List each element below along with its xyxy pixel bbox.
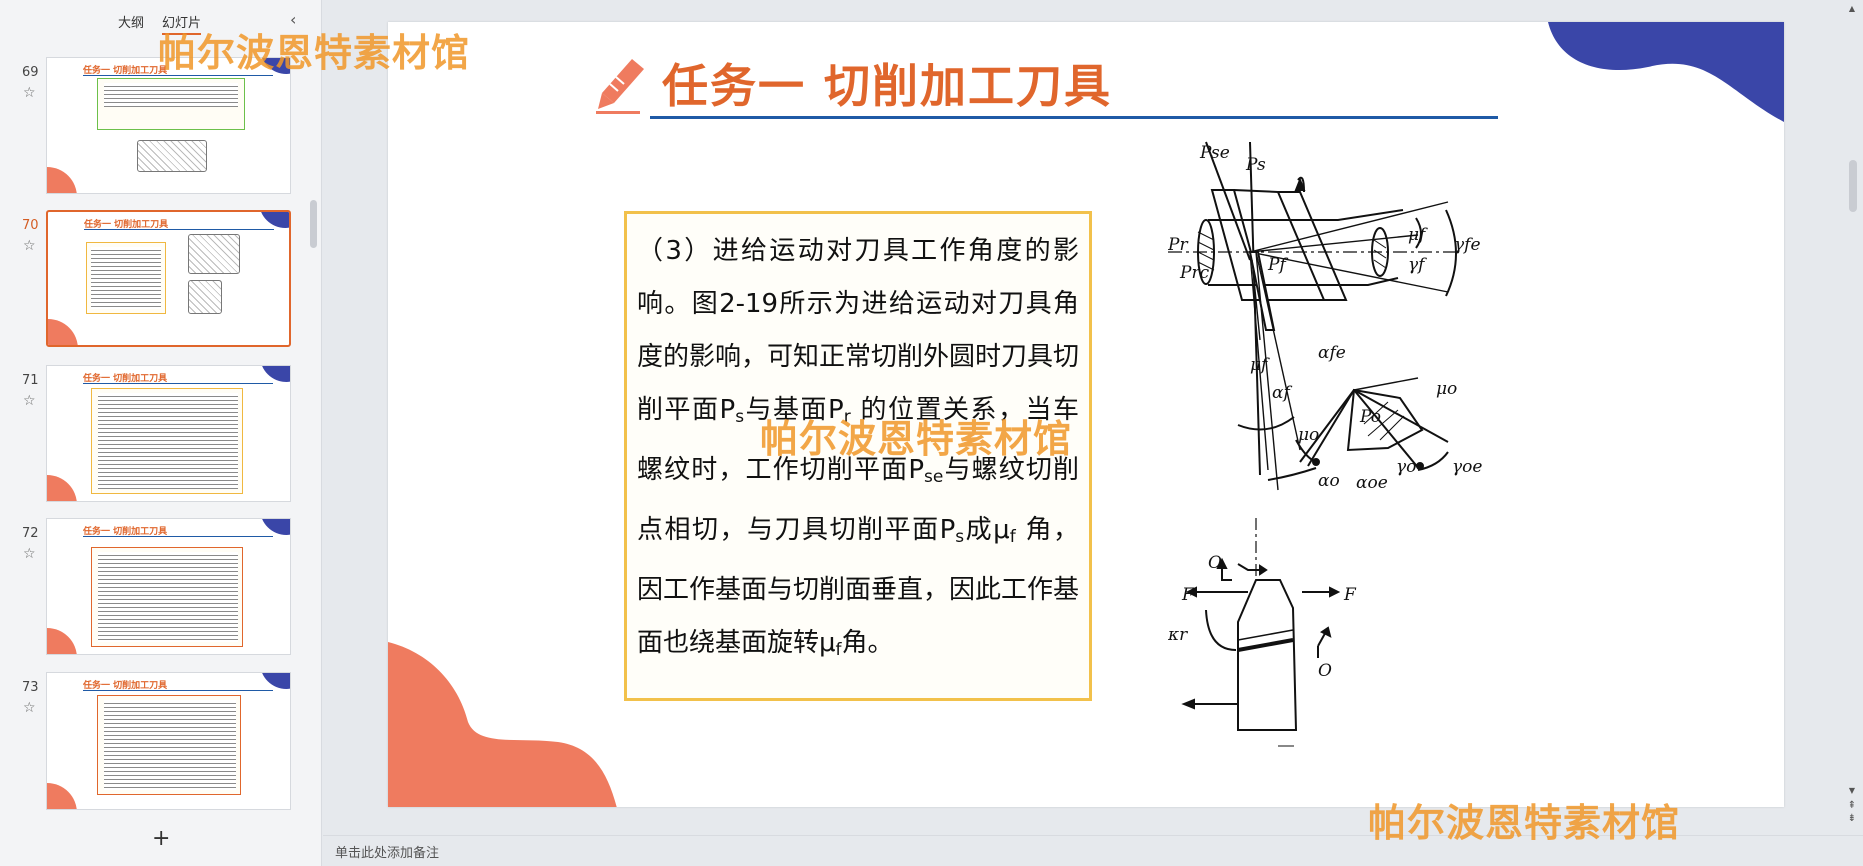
panel-scrollbar[interactable] <box>310 200 317 248</box>
thumbnail-figure <box>137 140 207 172</box>
thumbnail-figure <box>188 234 240 274</box>
star-icon[interactable]: ☆ <box>23 393 36 409</box>
thumbnail-row-69[interactable]: 69 ☆ 任务一 切削加工刀具 <box>0 57 300 197</box>
label-mu-o: μo <box>1436 379 1457 399</box>
next-slide-icon[interactable]: ⇟ <box>1848 813 1856 824</box>
label-f2: F <box>1343 585 1357 605</box>
thumbnail-underline <box>83 690 273 691</box>
thumbnail-row-73[interactable]: 73 ☆ 任务一 切削加工刀具 <box>0 672 300 812</box>
subscript: s <box>735 407 745 427</box>
label-f1: F <box>1181 585 1195 605</box>
label-alpha-f: αf <box>1272 383 1292 403</box>
slide-editor: 任务一 切削加工刀具 （3）进给运动对刀具工作角度的影响。图2-19所示为进给运… <box>323 0 1863 866</box>
thumbnail-text-box <box>91 547 243 647</box>
title-underline <box>650 116 1498 119</box>
slide-number: 69 <box>22 65 39 80</box>
pencil-icon <box>596 59 644 114</box>
subscript: se <box>924 467 944 487</box>
thumbnail-text-lines <box>98 393 238 489</box>
thumbnail-text-box <box>97 695 241 795</box>
thumbnail-text-box <box>91 388 243 494</box>
tool-angle-diagram[interactable]: Pse Ps Pr Prc Pf μf γf γfe αfe αf μf Po … <box>1168 140 1568 760</box>
watermark: 帕尔波恩特素材馆 <box>760 416 1073 461</box>
slide-thumbnail[interactable]: 任务一 切削加工刀具 <box>46 57 291 194</box>
thumbnail-text-box <box>86 242 166 314</box>
decor-blob <box>48 319 78 345</box>
slide-number: 72 <box>22 526 39 541</box>
vertical-scrollbar[interactable] <box>1849 160 1857 212</box>
decor-blob <box>259 212 289 228</box>
label-o1: O <box>1208 553 1222 573</box>
decor-blob <box>47 475 77 501</box>
label-gamma-o: γo <box>1396 457 1416 477</box>
label-mu-o2: μo <box>1298 425 1319 445</box>
slide-number: 71 <box>22 373 39 388</box>
label-gamma-fe: γfe <box>1454 235 1481 255</box>
watermark: 帕尔波恩特素材馆 <box>1368 800 1681 845</box>
star-icon[interactable]: ☆ <box>23 700 36 716</box>
thumbnail-text-lines <box>91 247 161 309</box>
label-ps: Ps <box>1245 155 1266 175</box>
slide-thumbnail[interactable]: 任务一 切削加工刀具 <box>46 672 291 810</box>
thumbnail-underline <box>83 536 273 537</box>
slide-number: 70 <box>22 218 39 233</box>
decor-blob <box>260 366 290 382</box>
label-alpha-fe: αfe <box>1318 343 1346 363</box>
slide-thumbnail[interactable]: 任务一 切削加工刀具 <box>46 518 291 655</box>
body-text-part: 角。 <box>841 628 894 658</box>
label-pse: Pse <box>1199 143 1230 163</box>
thumbnail-text-box <box>97 78 245 130</box>
label-alpha-oe: αoe <box>1356 473 1388 493</box>
thumbnail-underline <box>84 229 274 230</box>
slide-thumbnail-panel: 大纲 幻灯片 ‹ 69 ☆ 任务一 切削加工刀具 70 ☆ 任务一 切削加工刀具… <box>0 0 322 866</box>
slide-canvas[interactable]: 任务一 切削加工刀具 （3）进给运动对刀具工作角度的影响。图2-19所示为进给运… <box>388 22 1784 807</box>
label-mu-f: μf <box>1408 225 1428 245</box>
decor-blob <box>260 673 290 689</box>
label-gamma-oe: γoe <box>1452 457 1482 477</box>
decor-blob <box>47 167 77 193</box>
label-gamma-f: γf <box>1408 255 1427 275</box>
star-icon[interactable]: ☆ <box>23 546 36 562</box>
thumbnail-row-70[interactable]: 70 ☆ 任务一 切削加工刀具 <box>0 210 300 350</box>
decor-blob <box>260 519 290 535</box>
star-icon[interactable]: ☆ <box>23 238 36 254</box>
thumbnail-text-lines <box>104 83 238 107</box>
decor-blob <box>47 628 77 654</box>
scroll-up-icon[interactable]: ▲ <box>1849 4 1855 13</box>
presentation-app: 大纲 幻灯片 ‹ 69 ☆ 任务一 切削加工刀具 70 ☆ 任务一 切削加工刀具… <box>0 0 1863 866</box>
body-text-part: 成μ <box>964 515 1010 545</box>
scroll-down-icon[interactable]: ▼ <box>1849 786 1855 795</box>
prev-slide-icon[interactable]: ⇞ <box>1848 800 1856 811</box>
label-pr: Pr <box>1168 235 1188 255</box>
label-o2: O <box>1318 661 1332 681</box>
decor-blob-bottom-left <box>388 642 617 807</box>
watermark: 帕尔波恩特素材馆 <box>158 30 471 75</box>
thumbnail-underline <box>83 383 273 384</box>
thumbnail-text-lines <box>104 700 236 790</box>
thumbnail-row-71[interactable]: 71 ☆ 任务一 切削加工刀具 <box>0 365 300 505</box>
thumbnail-figure <box>188 280 222 314</box>
label-mu-f2: μf <box>1250 355 1270 375</box>
tab-outline[interactable]: 大纲 <box>118 12 144 35</box>
subscript: s <box>955 527 965 547</box>
slide-thumbnail-active[interactable]: 任务一 切削加工刀具 <box>46 210 291 347</box>
label-kappa-r: κr <box>1168 625 1188 645</box>
decor-blob <box>47 783 77 809</box>
slide-thumbnail[interactable]: 任务一 切削加工刀具 <box>46 365 291 502</box>
label-prc: Prc <box>1179 263 1210 283</box>
star-icon[interactable]: ☆ <box>23 85 36 101</box>
thumbnail-row-72[interactable]: 72 ☆ 任务一 切削加工刀具 <box>0 518 300 658</box>
label-pf: Pf <box>1267 255 1288 275</box>
notes-placeholder[interactable]: 单击此处添加备注 <box>335 842 439 861</box>
label-alpha-o: αo <box>1318 471 1340 491</box>
thumbnail-text-lines <box>98 552 238 642</box>
slide-number: 73 <box>22 680 39 695</box>
label-po: Po <box>1359 407 1381 427</box>
add-slide-button[interactable]: + <box>152 826 170 851</box>
slide-title[interactable]: 任务一 切削加工刀具 <box>662 50 1112 116</box>
